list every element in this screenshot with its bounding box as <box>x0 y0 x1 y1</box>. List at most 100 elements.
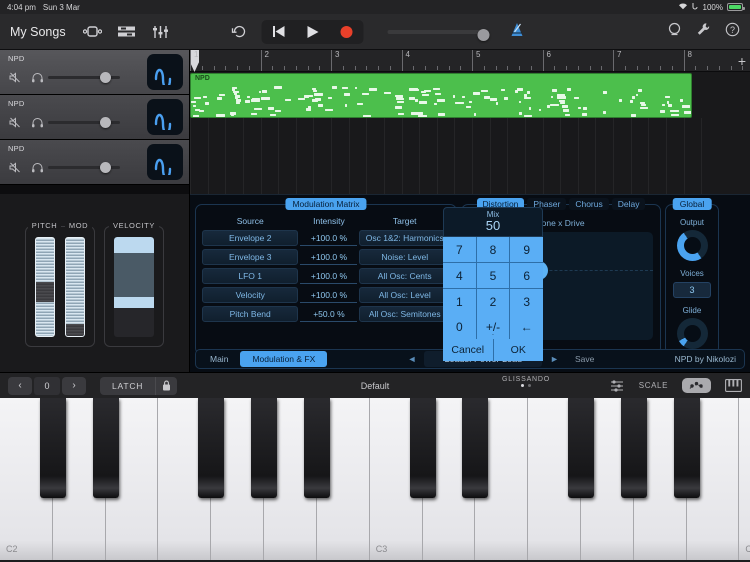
mixer-settings-icon[interactable] <box>148 22 174 42</box>
track-volume-slider[interactable] <box>48 116 120 128</box>
master-volume-slider[interactable] <box>387 28 490 41</box>
tab-main[interactable]: Main <box>198 351 240 367</box>
tab-modulation-fx[interactable]: Modulation & FX <box>240 351 328 367</box>
keypad-key-1[interactable]: 1 <box>443 289 476 314</box>
record-icon[interactable] <box>330 20 364 44</box>
piano-black-key[interactable] <box>39 398 66 498</box>
keypad-cancel-button[interactable]: Cancel <box>443 339 493 361</box>
track-volume-slider[interactable] <box>48 161 120 173</box>
piano-black-key[interactable] <box>409 398 436 498</box>
mod-wheel[interactable] <box>65 236 85 337</box>
notes-icon[interactable] <box>682 378 711 393</box>
tracks-view-icon[interactable] <box>114 22 140 42</box>
headphone-icon[interactable] <box>30 115 44 129</box>
undo-icon[interactable] <box>226 20 252 44</box>
keypad-key-5[interactable]: 5 <box>476 263 510 288</box>
glissando-control[interactable]: GLISSANDO <box>502 376 550 387</box>
mod-target-cell[interactable]: All Osc: Cents <box>359 268 450 284</box>
track-row[interactable]: NPD <box>0 140 189 185</box>
loop-browser-icon[interactable] <box>667 22 682 42</box>
mod-source-cell[interactable]: Pitch Bend <box>202 306 299 322</box>
octave-down-button[interactable]: ‹ <box>8 376 32 395</box>
piano-black-key[interactable] <box>251 398 278 498</box>
settings-wrench-icon[interactable] <box>696 22 711 42</box>
mute-icon[interactable] <box>8 115 22 129</box>
track-name: NPD <box>8 144 25 153</box>
piano-black-key[interactable] <box>620 398 647 498</box>
track-row[interactable]: NPD <box>0 95 189 140</box>
mod-target-cell[interactable]: All Osc: Level <box>359 287 450 303</box>
piano-black-key[interactable] <box>92 398 119 498</box>
mod-intensity-cell[interactable]: +100.0 % <box>300 249 358 265</box>
save-button[interactable]: Save <box>575 354 594 364</box>
piano-white-key[interactable]: C4 <box>739 398 750 560</box>
track-row[interactable]: NPD <box>0 50 189 95</box>
mod-source-cell[interactable]: Envelope 2 <box>202 230 299 246</box>
midi-note <box>205 102 210 105</box>
keypad-ok-button[interactable]: OK <box>493 339 543 361</box>
mute-icon[interactable] <box>8 70 22 84</box>
keypad-key-6[interactable]: 6 <box>510 263 543 288</box>
piano-black-key[interactable] <box>303 398 330 498</box>
timeline[interactable]: + 12345678 NPD <box>190 50 750 194</box>
keypad-key-3[interactable]: 3 <box>510 289 543 314</box>
mod-intensity-cell[interactable]: +100.0 % <box>300 287 358 303</box>
keypad-key-backspace[interactable]: ← <box>510 314 543 339</box>
waveform-icon[interactable] <box>147 99 183 135</box>
voices-value[interactable]: 3 <box>673 282 711 298</box>
mod-intensity-cell[interactable]: +100.0 % <box>300 230 358 246</box>
keyboard-icon[interactable] <box>725 379 742 392</box>
keypad-key-4[interactable]: 4 <box>443 263 476 288</box>
mod-target-cell[interactable]: Osc 1&2: Harmonics <box>359 230 450 246</box>
track-volume-slider[interactable] <box>48 71 120 83</box>
waveform-icon[interactable] <box>147 54 183 90</box>
piano-black-key[interactable] <box>462 398 489 498</box>
fx-tab-delay[interactable]: Delay <box>611 198 646 210</box>
midi-note <box>630 114 636 117</box>
fx-metronome-icon[interactable] <box>510 22 525 42</box>
play-icon[interactable] <box>296 20 330 44</box>
piano-black-key[interactable] <box>673 398 700 498</box>
keypad-key-7[interactable]: 7 <box>443 237 476 262</box>
mod-target-cell[interactable]: All Osc: Semitones <box>359 306 450 322</box>
mod-target-cell[interactable]: Noise: Level <box>359 249 450 265</box>
scale-button[interactable]: SCALE <box>639 381 668 390</box>
mod-intensity-cell[interactable]: +100.0 % <box>300 268 358 284</box>
headphone-icon[interactable] <box>30 70 44 84</box>
fx-tab-chorus[interactable]: Chorus <box>569 198 609 210</box>
timeline-ruler[interactable]: + 12345678 <box>190 50 750 72</box>
velocity-slider[interactable] <box>114 236 154 337</box>
my-songs-button[interactable]: My Songs <box>10 25 66 39</box>
waveform-icon[interactable] <box>147 144 183 180</box>
keypad-key-sign[interactable]: +/- . <box>476 314 510 339</box>
headphone-icon[interactable] <box>30 160 44 174</box>
mod-source-cell[interactable]: Velocity <box>202 287 299 303</box>
midi-region[interactable]: NPD <box>190 73 692 118</box>
output-knob[interactable] <box>676 230 708 261</box>
keypad-key-2[interactable]: 2 <box>476 289 510 314</box>
lock-icon[interactable] <box>155 376 177 395</box>
rewind-icon[interactable] <box>262 20 296 44</box>
mod-intensity-cell[interactable]: +50.0 % <box>300 306 358 322</box>
keypad-key-8[interactable]: 8 <box>476 237 510 262</box>
pitch-wheel[interactable] <box>35 236 55 337</box>
glide-knob[interactable] <box>676 318 708 349</box>
velocity-group: VELOCITY <box>104 220 164 347</box>
piano-keyboard[interactable]: C2 C3 C4 <box>0 398 750 560</box>
instrument-view-icon[interactable] <box>80 22 106 42</box>
keypad-key-9[interactable]: 9 <box>510 237 543 262</box>
next-preset-icon[interactable]: ► <box>550 354 559 364</box>
mute-icon[interactable] <box>8 160 22 174</box>
octave-up-button[interactable]: › <box>62 376 86 395</box>
midi-note <box>395 106 402 109</box>
help-icon[interactable]: ? <box>725 22 740 42</box>
mod-source-cell[interactable]: Envelope 3 <box>202 249 299 265</box>
keypad-key-0[interactable]: 0 <box>443 314 476 339</box>
arpeggiator-icon[interactable] <box>609 379 625 393</box>
column-header-intensity: Intensity <box>313 216 345 226</box>
prev-preset-icon[interactable]: ◄ <box>408 354 417 364</box>
mod-source-cell[interactable]: LFO 1 <box>202 268 299 284</box>
latch-button[interactable]: LATCH <box>100 381 155 391</box>
piano-black-key[interactable] <box>198 398 225 498</box>
piano-black-key[interactable] <box>567 398 594 498</box>
